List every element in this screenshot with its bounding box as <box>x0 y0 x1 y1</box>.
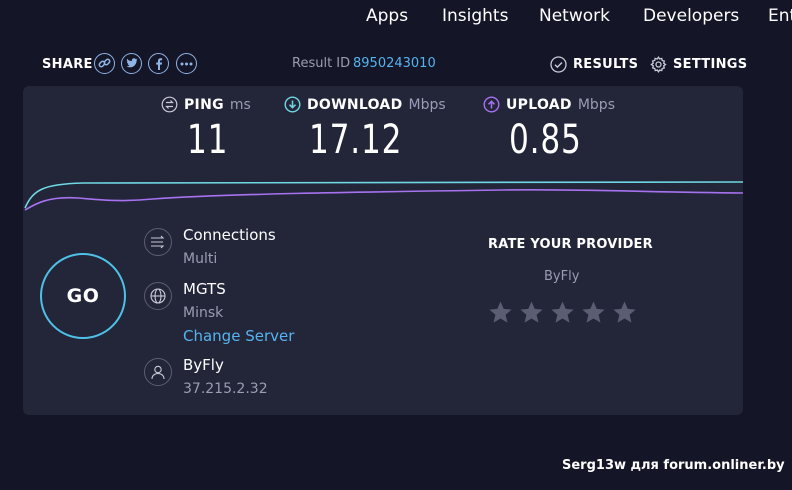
ping-unit: ms <box>229 96 251 113</box>
star-icon-3[interactable] <box>550 300 575 325</box>
settings-label: SETTINGS <box>673 56 748 72</box>
share-bar: SHARE Result ID 8950243010 RESULTS SETTI… <box>0 50 792 78</box>
download-metric: DOWNLOAD Mbps 17.12 <box>284 96 446 163</box>
star-icon-4[interactable] <box>581 300 606 325</box>
ping-label: PING <box>184 96 224 113</box>
ping-value: 11 <box>187 117 229 163</box>
results-button[interactable]: RESULTS <box>550 54 638 74</box>
star-icon-5[interactable] <box>612 300 637 325</box>
upload-label: UPLOAD <box>506 96 572 113</box>
ping-metric: PING ms 11 <box>161 96 251 163</box>
rate-provider-title: RATE YOUR PROVIDER <box>488 237 653 252</box>
nav-enterprise[interactable]: Ent <box>768 6 792 26</box>
go-label: GO <box>66 285 100 307</box>
nav-insights[interactable]: Insights <box>442 6 508 26</box>
connections-mode: Multi <box>183 251 218 267</box>
nav-network[interactable]: Network <box>539 6 610 26</box>
upload-unit: Mbps <box>577 96 615 113</box>
user-icon <box>144 358 172 386</box>
star-icon-1[interactable] <box>488 300 513 325</box>
gear-icon <box>650 55 667 73</box>
download-arrow-icon <box>284 96 301 113</box>
nav-developers[interactable]: Developers <box>643 6 739 26</box>
download-value: 17.12 <box>309 117 403 163</box>
facebook-icon[interactable] <box>148 53 169 74</box>
results-label: RESULTS <box>573 56 639 72</box>
top-nav: Apps Insights Network Developers Ent <box>0 0 792 36</box>
download-label: DOWNLOAD <box>307 96 403 113</box>
twitter-icon[interactable] <box>121 53 142 74</box>
results-panel: PING ms 11 DOWNLOAD Mbps 17.12 UPLOAD Mb… <box>23 86 743 415</box>
star-icon-2[interactable] <box>519 300 544 325</box>
rating-stars <box>488 300 637 325</box>
change-server-link[interactable]: Change Server <box>183 327 294 345</box>
connections-title: Connections <box>183 226 276 244</box>
download-speed-line <box>24 181 743 209</box>
nav-apps[interactable]: Apps <box>366 6 408 26</box>
connections-icon <box>144 228 172 256</box>
result-id-link[interactable]: 8950243010 <box>353 56 436 71</box>
upload-speed-line <box>24 189 743 211</box>
ping-icon <box>161 96 178 113</box>
upload-value: 0.85 <box>509 117 582 163</box>
link-icon[interactable] <box>94 53 115 74</box>
download-unit: Mbps <box>408 96 446 113</box>
go-button[interactable]: GO <box>40 253 126 339</box>
watermark-text: Serg13w для forum.onliner.by <box>562 458 785 473</box>
more-icon[interactable] <box>176 53 197 74</box>
upload-metric: UPLOAD Mbps 0.85 <box>483 96 615 163</box>
globe-icon <box>144 282 172 310</box>
server-name: MGTS <box>183 280 226 298</box>
rate-provider-name: ByFly <box>544 269 580 284</box>
check-circle-icon <box>550 55 567 73</box>
provider-ip: 37.215.2.32 <box>183 381 268 397</box>
upload-arrow-icon <box>483 96 500 113</box>
share-label: SHARE <box>42 57 93 72</box>
result-id-label: Result ID <box>292 56 351 71</box>
server-location: Minsk <box>183 305 224 321</box>
speed-graph <box>24 181 743 211</box>
settings-button[interactable]: SETTINGS <box>650 54 747 74</box>
provider-name: ByFly <box>183 356 224 374</box>
